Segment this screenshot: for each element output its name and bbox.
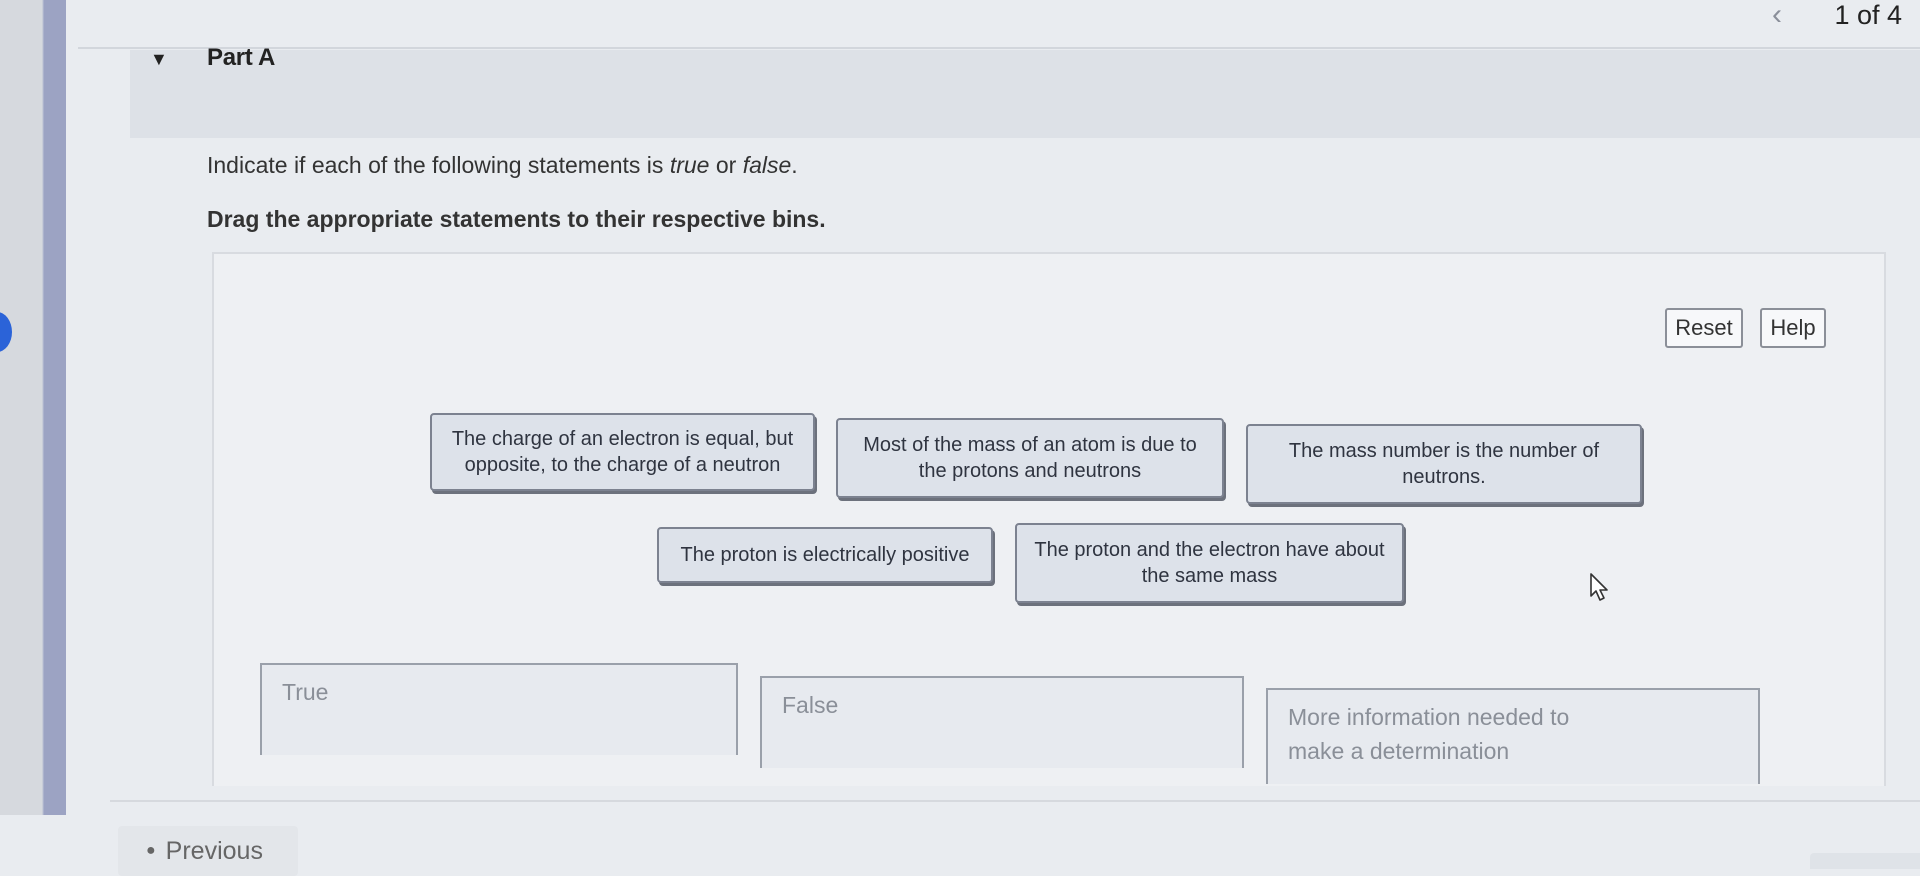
next-button-edge[interactable] <box>1810 853 1920 869</box>
statement-chip[interactable]: The charge of an electron is equal, but … <box>430 413 815 491</box>
divider <box>110 800 1920 802</box>
bin-false[interactable]: False <box>760 676 1244 768</box>
left-rail <box>0 0 66 815</box>
bin-label: True <box>282 679 329 705</box>
bullet-icon: ● <box>146 842 156 859</box>
statement-chip[interactable]: The mass number is the number of neutron… <box>1246 424 1642 504</box>
bin-more-info[interactable]: More information needed to make a determ… <box>1266 688 1760 784</box>
drag-instruction: Drag the appropriate statements to their… <box>207 206 826 232</box>
chevron-left-icon[interactable]: ‹ <box>1772 0 1782 32</box>
part-header <box>130 50 1920 138</box>
help-button[interactable]: Help <box>1760 308 1826 348</box>
bin-label: False <box>782 692 839 718</box>
divider <box>78 47 1920 49</box>
statement-chip[interactable]: The proton and the electron have about t… <box>1015 523 1404 603</box>
pager-text: 1 of 4 <box>1834 0 1902 30</box>
statement-chip[interactable]: Most of the mass of an atom is due to th… <box>836 418 1224 498</box>
mouse-cursor-icon <box>1590 573 1608 601</box>
part-title[interactable]: Part A <box>207 44 275 72</box>
pager: ‹ 1 of 4 <box>1772 0 1902 31</box>
reset-button[interactable]: Reset <box>1665 308 1743 348</box>
instruction-text: Indicate if each of the following statem… <box>207 152 798 178</box>
triangle-down-icon[interactable]: ▼ <box>150 49 168 70</box>
statement-chip[interactable]: The proton is electrically positive <box>657 527 993 583</box>
bin-label: More information needed to make a determ… <box>1288 704 1570 764</box>
bin-true[interactable]: True <box>260 663 738 755</box>
